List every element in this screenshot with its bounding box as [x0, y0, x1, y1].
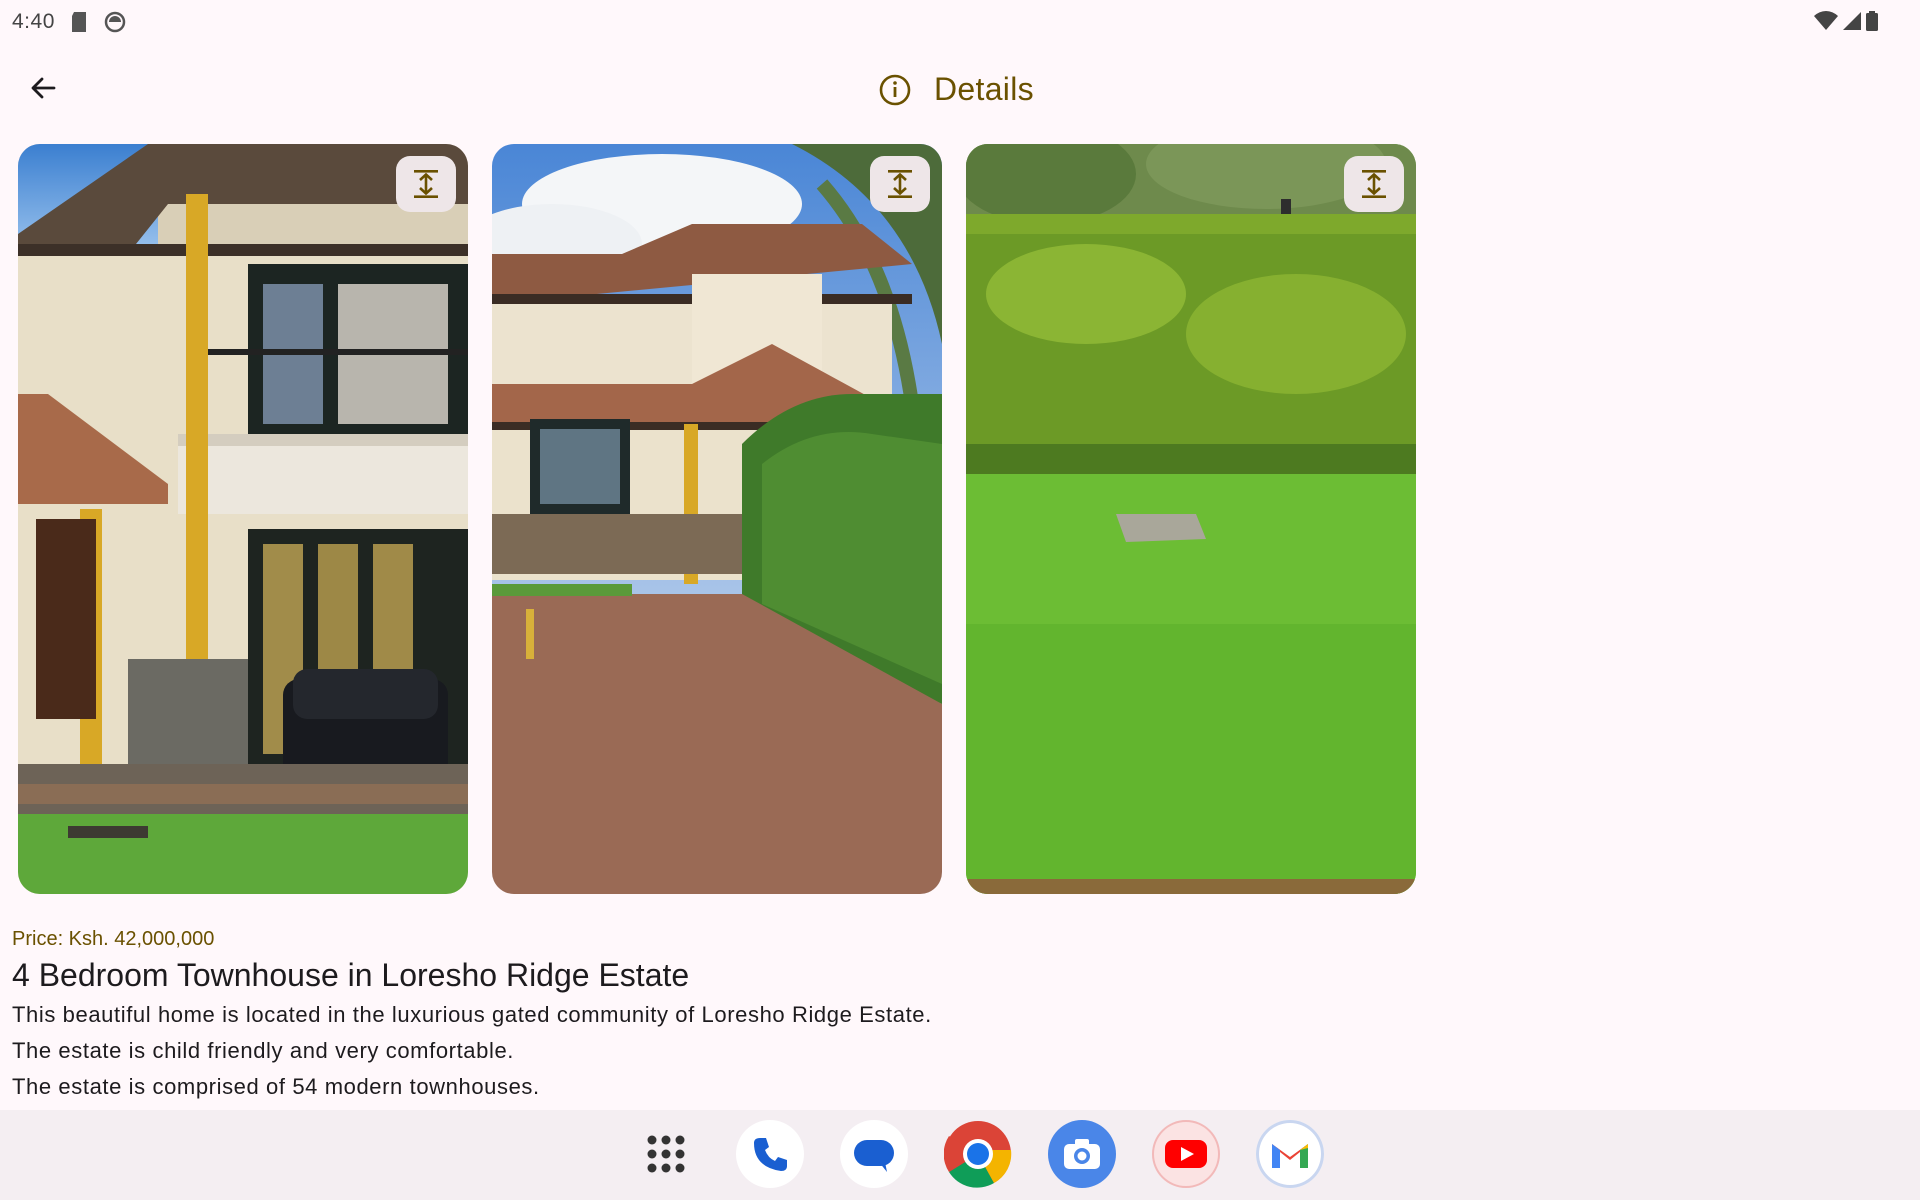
- listing-price: Price: Ksh. 42,000,000: [12, 928, 215, 950]
- house-front-photo: [18, 144, 468, 894]
- battery-icon: [1866, 11, 1878, 31]
- expand-vertical-icon: [1362, 170, 1386, 198]
- description-line: The estate is child friendly and very co…: [12, 1038, 515, 1063]
- messages-icon[interactable]: [840, 1120, 908, 1188]
- app-dock: [0, 1110, 1920, 1200]
- chrome-icon[interactable]: [944, 1120, 1012, 1188]
- arrow-back-icon: [31, 77, 56, 99]
- expand-vertical-icon: [414, 170, 438, 198]
- status-bar: 4:40: [0, 0, 1920, 44]
- sync-icon: [104, 11, 126, 33]
- sd-card-icon: [72, 12, 86, 32]
- top-app-bar: Details: [0, 55, 1920, 127]
- phone-icon[interactable]: [736, 1120, 804, 1188]
- page-title: Details: [934, 71, 1034, 107]
- wifi-icon: [1814, 11, 1838, 30]
- expand-vertical-icon: [888, 170, 912, 198]
- listing-description: This beautiful home is located in the lu…: [12, 1002, 932, 1110]
- expand-photo-button[interactable]: [870, 156, 930, 212]
- description-line: This beautiful home is located in the lu…: [12, 1002, 932, 1027]
- description-line: The estate is comprised of 54 modern tow…: [12, 1074, 540, 1099]
- photo-gallery: [18, 144, 1416, 894]
- expand-photo-button[interactable]: [1344, 156, 1404, 212]
- gmail-icon[interactable]: [1256, 1120, 1324, 1188]
- status-time: 4:40: [12, 10, 55, 33]
- expand-photo-button[interactable]: [396, 156, 456, 212]
- driveway-photo: [492, 144, 942, 894]
- photo-card-garden[interactable]: [966, 144, 1416, 894]
- camera-icon[interactable]: [1048, 1120, 1116, 1188]
- info-icon: [879, 74, 911, 105]
- listing-title: 4 Bedroom Townhouse in Loresho Ridge Est…: [12, 957, 690, 993]
- app-drawer-icon[interactable]: [632, 1120, 700, 1188]
- photo-card-house-front[interactable]: [18, 144, 468, 894]
- cell-signal-icon: [1843, 12, 1861, 30]
- back-button[interactable]: [22, 67, 64, 109]
- photo-card-driveway[interactable]: [492, 144, 942, 894]
- garden-photo: [966, 144, 1416, 894]
- youtube-icon[interactable]: [1152, 1120, 1220, 1188]
